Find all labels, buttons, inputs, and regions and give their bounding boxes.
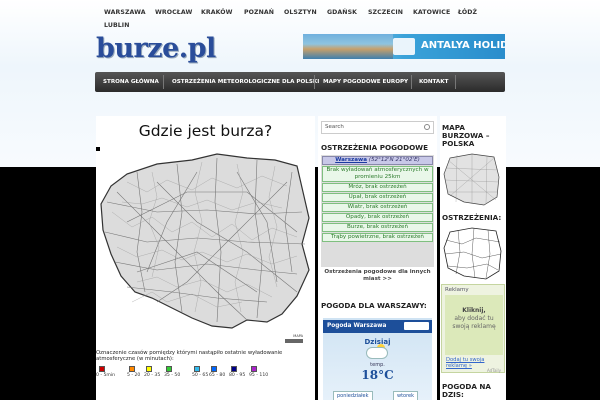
nav-item-home[interactable]: STRONA GŁÓWNA bbox=[103, 79, 159, 85]
weather-today-heading: POGODA NA DZIS: bbox=[442, 382, 491, 399]
nav-divider bbox=[314, 75, 315, 89]
ad-slot[interactable]: Kliknij, aby dodać tu swoją reklamę bbox=[445, 295, 503, 355]
legend-swatch bbox=[146, 366, 152, 372]
legend-label: 80 - 95 bbox=[229, 373, 246, 378]
warning-location-row: Warszawa (52°12'N 21°02'E) bbox=[322, 156, 433, 165]
bullet-marker bbox=[96, 147, 100, 151]
poland-lightning-map[interactable]: MAPA bbox=[97, 152, 315, 347]
legend-swatch bbox=[251, 366, 257, 372]
warning-row: Burze, brak ostrzeżeń bbox=[322, 223, 433, 232]
nav-divider bbox=[411, 75, 412, 89]
city-link-gdansk[interactable]: GDAŃSK bbox=[327, 9, 357, 16]
nav-item-contact[interactable]: KONTAKT bbox=[419, 79, 448, 85]
location-coords: (52°12'N 21°02'E) bbox=[368, 157, 420, 163]
ad-banner-badge bbox=[393, 38, 415, 55]
cloud-icon bbox=[367, 348, 387, 358]
ad-banner-text: ANTALYA HOLIDAY bbox=[421, 40, 505, 51]
storm-map-thumbnail[interactable] bbox=[442, 152, 502, 208]
legend-label: 50 - 65 bbox=[192, 373, 209, 378]
search-icon[interactable] bbox=[424, 124, 430, 130]
legend-label: 95 - 110 bbox=[249, 373, 269, 378]
weather-tab-monday[interactable]: poniedziałek bbox=[333, 391, 373, 400]
right-column: MAPA BURZOWA – POLSKA OSTRZEŻENIA: Rekla… bbox=[440, 116, 506, 400]
location-link[interactable]: Warszawa bbox=[335, 157, 367, 163]
main-content: Gdzie jest burza? MAPA Oznaczenie czasów… bbox=[96, 116, 315, 400]
main-navigation: STRONA GŁÓWNA OSTRZEŻENIA METEOROLOGICZN… bbox=[95, 72, 505, 92]
weather-widget[interactable]: Pogoda Warszawa Dzisiaj temp. 18°C ponie… bbox=[323, 318, 432, 400]
city-link-warszawa[interactable]: WARSZAWA bbox=[104, 9, 146, 16]
legend-label: 0 - 5min bbox=[96, 373, 116, 378]
weather-widget-logo bbox=[404, 322, 429, 330]
site-logo[interactable]: burze.pl bbox=[96, 33, 216, 64]
legend-label: 65 - 80 bbox=[209, 373, 226, 378]
legend-label: 5 - 20 bbox=[127, 373, 141, 378]
nav-divider bbox=[163, 75, 164, 89]
legend-swatch bbox=[99, 366, 105, 372]
page-title: Gdzie jest burza? bbox=[138, 122, 273, 140]
legend-swatch bbox=[129, 366, 135, 372]
warning-row: Upał, brak ostrzeżeń bbox=[322, 193, 433, 202]
sidebar: Search OSTRZEŻENIA POGODOWE Warszawa (52… bbox=[318, 116, 437, 400]
nav-item-europe-maps[interactable]: MAPY POGODOWE EUROPY bbox=[323, 79, 408, 85]
nav-divider bbox=[455, 75, 456, 89]
ad-banner-photo bbox=[303, 34, 393, 59]
legend-description: Oznaczenie czasów pomiędzy którymi nastą… bbox=[96, 350, 283, 363]
city-link-lublin[interactable]: LUBLIN bbox=[104, 22, 130, 29]
ad-slot-text: Kliknij, aby dodać tu swoją reklamę bbox=[445, 307, 503, 331]
ads-label: Reklamy bbox=[445, 287, 469, 293]
warning-row: Wiatr, brak ostrzeżeń bbox=[322, 203, 433, 212]
city-link-katowice[interactable]: KATOWICE bbox=[413, 9, 450, 16]
legend-swatch bbox=[194, 366, 200, 372]
nav-item-warnings[interactable]: OSTRZEŻENIA METEOROLOGICZNE DLA POLSKI bbox=[172, 79, 319, 85]
city-link-poznan[interactable]: POZNAŃ bbox=[244, 9, 274, 16]
legend-label: 35 - 50 bbox=[164, 373, 181, 378]
warning-row: Trąby powietrzne, brak ostrzeżeń bbox=[322, 233, 433, 242]
legend-swatch bbox=[166, 366, 172, 372]
ad-slot-desc: aby dodać tu swoją reklamę bbox=[452, 315, 496, 330]
ads-box: Reklamy Kliknij, aby dodać tu swoją rekla… bbox=[441, 284, 505, 373]
warnings-map-heading: OSTRZEŻENIA: bbox=[442, 213, 502, 222]
city-link-szczecin[interactable]: SZCZECIN bbox=[368, 9, 403, 16]
other-cities-link[interactable]: Ostrzeżenia pogodowe dla innych miast >> bbox=[321, 269, 434, 283]
weather-heading: POGODA DLA WARSZAWY: bbox=[321, 301, 427, 310]
legend-label: 20 - 35 bbox=[144, 373, 161, 378]
ad-banner[interactable]: ANTALYA HOLIDAY bbox=[303, 34, 505, 59]
warnings-box: Warszawa (52°12'N 21°02'E) Brak wyładowa… bbox=[321, 155, 434, 267]
legend-swatch bbox=[211, 366, 217, 372]
adtaily-credit: AdTaily bbox=[486, 368, 501, 373]
weather-widget-title: Pogoda Warszawa bbox=[327, 323, 387, 329]
storm-map-heading: MAPA BURZOWA – POLSKA bbox=[442, 123, 490, 148]
search-input[interactable]: Search bbox=[321, 121, 434, 134]
legend-swatch bbox=[231, 366, 237, 372]
warning-row: Brak wyładowań atmosferycznych w promien… bbox=[322, 166, 433, 182]
warning-row: Mróz, brak ostrzeżeń bbox=[322, 183, 433, 192]
ad-slot-bold: Kliknij, bbox=[462, 307, 486, 314]
map-credit: MAPA bbox=[293, 334, 303, 338]
temperature-value: 18°C bbox=[361, 368, 394, 382]
city-link-krakow[interactable]: KRAKÓW bbox=[201, 9, 233, 16]
warnings-map-thumbnail[interactable] bbox=[442, 226, 504, 282]
warning-row: Opady, brak ostrzeżeń bbox=[322, 213, 433, 222]
city-link-wroclaw[interactable]: WROCŁAW bbox=[155, 9, 192, 16]
weather-tab-tuesday[interactable]: wtorek bbox=[393, 391, 419, 400]
warnings-heading: OSTRZEŻENIA POGODOWE bbox=[321, 143, 429, 152]
city-link-olsztyn[interactable]: OLSZTYN bbox=[284, 9, 317, 16]
city-link-lodz[interactable]: ŁÓDŹ bbox=[458, 9, 477, 16]
